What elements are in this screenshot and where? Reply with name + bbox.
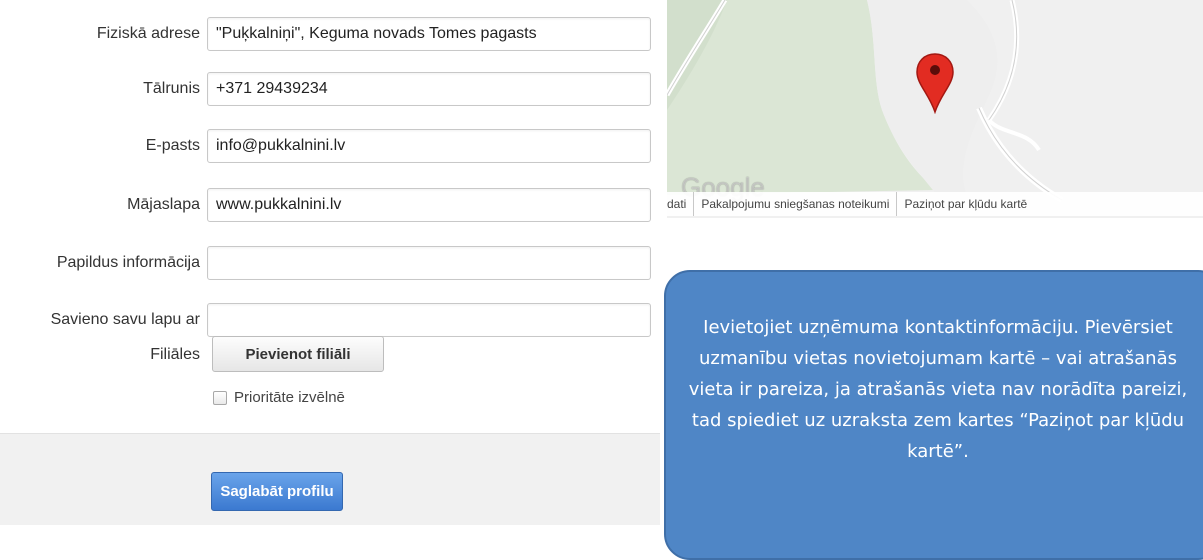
- map-footer: dati Pakalpojumu sniegšanas noteikumi Pa…: [667, 192, 1203, 216]
- website-label: Mājaslapa: [127, 196, 200, 213]
- website-input[interactable]: [207, 188, 651, 222]
- help-callout-text: Ievietojiet uzņēmuma kontaktinformāciju.…: [688, 317, 1188, 462]
- priority-checkbox[interactable]: [213, 390, 227, 405]
- connect-label: Savieno savu lapu ar: [50, 311, 200, 328]
- map-terms-link[interactable]: Pakalpojumu sniegšanas noteikumi: [693, 192, 896, 216]
- save-profile-button[interactable]: Saglabāt profilu: [211, 472, 343, 511]
- extra-info-input[interactable]: [207, 246, 651, 280]
- help-callout: Ievietojiet uzņēmuma kontaktinformāciju.…: [664, 270, 1203, 560]
- add-branch-button[interactable]: Pievienot filiāli: [212, 336, 384, 372]
- address-label: Fiziskā adrese: [96, 25, 200, 42]
- map-report-error-link[interactable]: Paziņot par kļūdu kartē: [896, 192, 1034, 216]
- priority-option[interactable]: Prioritāte izvēlnē: [213, 389, 345, 406]
- email-input[interactable]: [207, 129, 651, 163]
- phone-label: Tālrunis: [143, 80, 200, 97]
- email-label: E-pasts: [145, 137, 200, 154]
- map-pin-icon[interactable]: [915, 52, 955, 114]
- extra-info-label: Papildus informācija: [56, 254, 200, 271]
- priority-label: Prioritāte izvēlnē: [234, 389, 345, 406]
- map-data-link[interactable]: dati: [667, 192, 693, 216]
- connect-input[interactable]: [207, 303, 651, 337]
- branches-label: Filiāles: [150, 346, 200, 363]
- address-input[interactable]: [207, 17, 651, 51]
- phone-input[interactable]: [207, 72, 651, 106]
- location-map[interactable]: Google dati Pakalpojumu sniegšanas notei…: [667, 0, 1203, 218]
